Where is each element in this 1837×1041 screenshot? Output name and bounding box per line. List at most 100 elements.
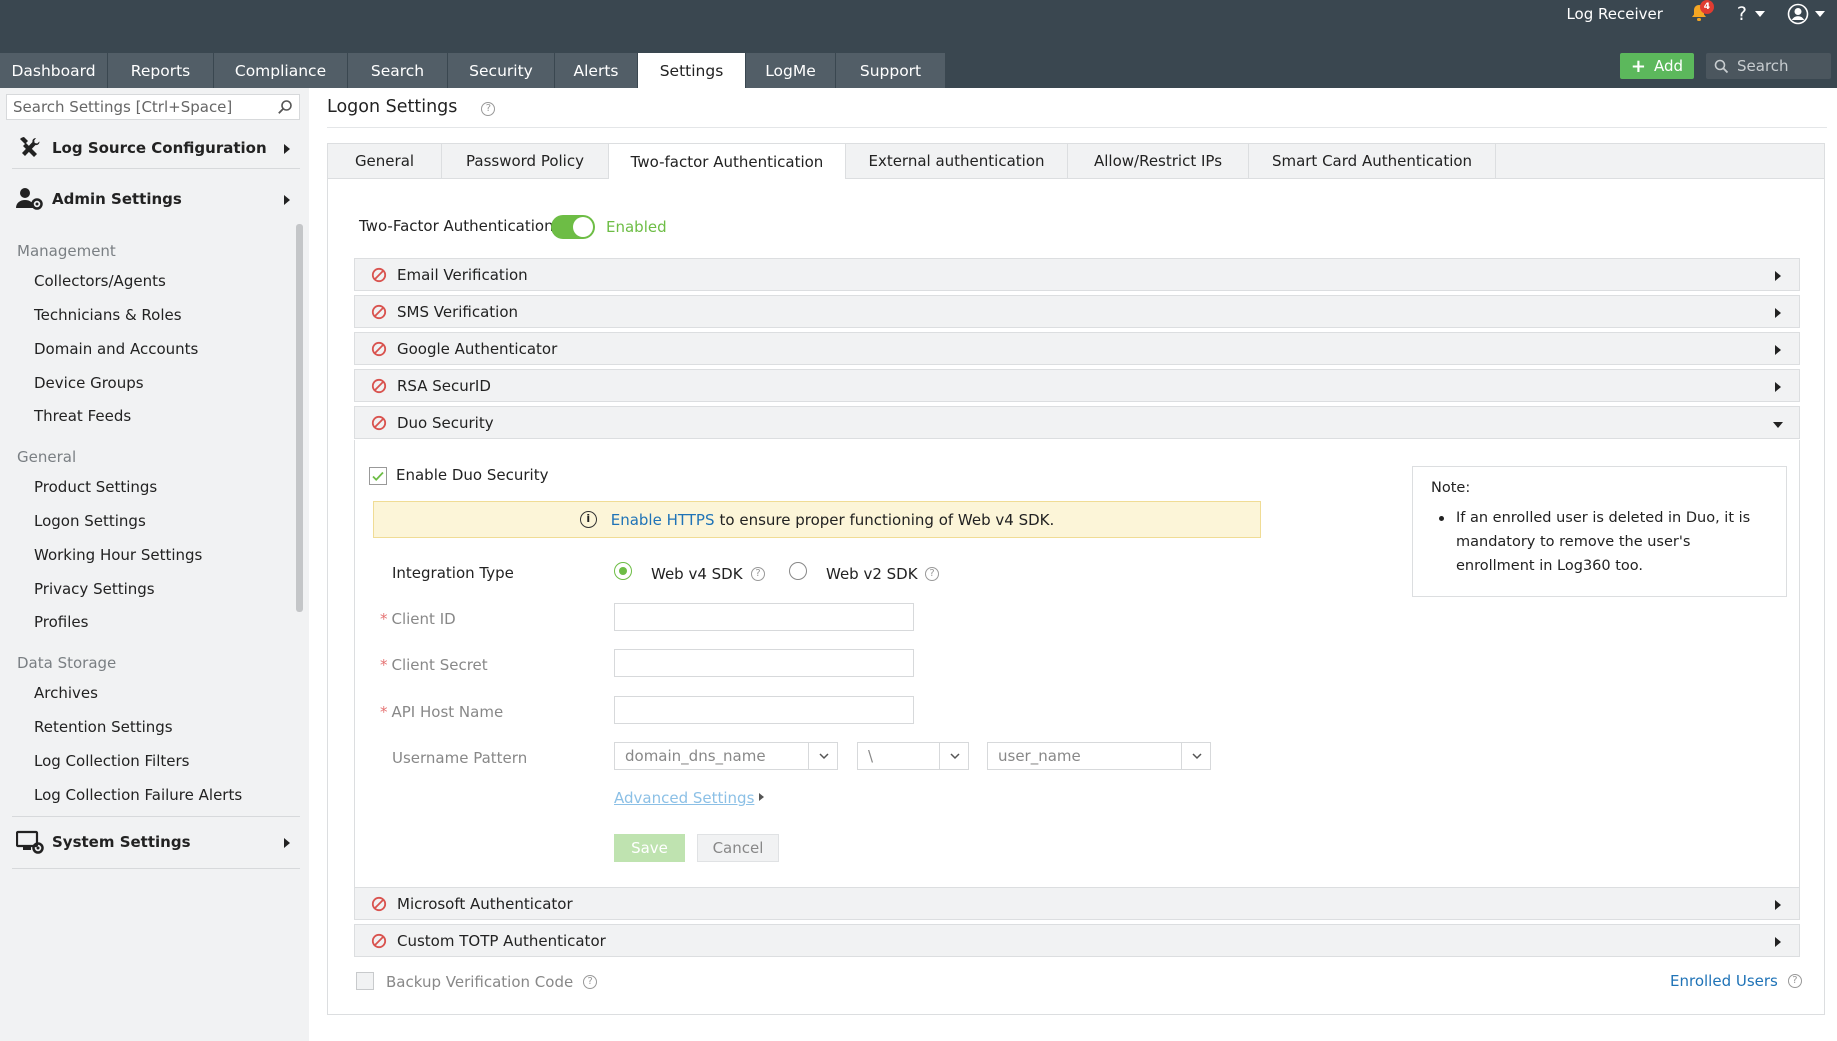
tab-dashboard[interactable]: Dashboard (0, 53, 108, 88)
tab-alerts[interactable]: Alerts (555, 53, 638, 88)
tab-smart-card-authentication[interactable]: Smart Card Authentication (1249, 144, 1496, 178)
note-box: Note: If an enrolled user is deleted in … (1412, 466, 1787, 597)
api-host-input[interactable] (614, 696, 914, 724)
tab-security[interactable]: Security (448, 53, 555, 88)
radio-web-v4-sdk[interactable] (614, 562, 632, 580)
sidebar-item-log-collection-failure-alerts[interactable]: Log Collection Failure Alerts (34, 786, 242, 804)
sidebar-divider (12, 868, 300, 869)
https-notice: i Enable HTTPS to ensure proper function… (373, 501, 1261, 538)
info-icon: i (579, 511, 597, 528)
tab-password-policy[interactable]: Password Policy (442, 144, 609, 178)
sidebar-item-profiles[interactable]: Profiles (34, 613, 88, 631)
method-label: Duo Security (397, 413, 494, 432)
tab-logme[interactable]: LogMe (746, 53, 836, 88)
radio-label-web-v4: Web v4 SDK (651, 565, 743, 583)
disabled-icon (371, 304, 387, 319)
tab-support[interactable]: Support (836, 53, 946, 88)
sidebar-item-privacy-settings[interactable]: Privacy Settings (34, 580, 155, 598)
method-email-verification[interactable]: Email Verification (354, 258, 1800, 291)
help-icon[interactable]: ? (1737, 3, 1747, 25)
client-secret-label: * Client Secret (380, 656, 488, 674)
settings-search-input[interactable]: Search Settings [Ctrl+Space] (6, 94, 300, 120)
backup-code-label: Backup Verification Code (386, 973, 574, 991)
sidebar-scrollbar[interactable] (296, 224, 303, 612)
client-id-input[interactable] (614, 603, 914, 631)
add-button[interactable]: + Add (1620, 53, 1694, 79)
tab-allow-restrict-ips[interactable]: Allow/Restrict IPs (1068, 144, 1249, 178)
backup-code-checkbox[interactable] (356, 972, 374, 990)
sidebar-item-admin-settings[interactable]: Admin Settings (16, 181, 296, 217)
sidebar-item-collectors-agents[interactable]: Collectors/Agents (34, 272, 166, 290)
chevron-down-icon[interactable] (1815, 11, 1825, 17)
sidebar-item-threat-feeds[interactable]: Threat Feeds (34, 407, 131, 425)
chevron-down-icon (950, 753, 960, 760)
sidebar-item-log-source-configuration[interactable]: Log Source Configuration (16, 130, 296, 166)
help-icon[interactable]: ? (1787, 974, 1802, 988)
radio-web-v2-sdk[interactable] (789, 562, 807, 580)
tab-settings[interactable]: Settings (638, 53, 746, 88)
pattern-separator-select[interactable]: \ (857, 742, 969, 770)
enable-duo-checkbox[interactable] (369, 467, 387, 485)
sidebar-item-logon-settings[interactable]: Logon Settings (34, 512, 146, 530)
enrolled-users-link[interactable]: Enrolled Users (1670, 972, 1778, 990)
method-label: Custom TOTP Authenticator (397, 931, 606, 950)
tab-external-authentication[interactable]: External authentication (846, 144, 1068, 178)
sidebar-item-archives[interactable]: Archives (34, 684, 98, 702)
help-icon[interactable]: ? (925, 567, 939, 581)
bell-icon[interactable]: 4 (1689, 0, 1714, 25)
chevron-right-icon[interactable] (759, 793, 764, 801)
log-receiver-link[interactable]: Log Receiver (1566, 5, 1662, 23)
sidebar-item-working-hour-settings[interactable]: Working Hour Settings (34, 546, 202, 564)
api-host-label: * API Host Name (380, 703, 504, 721)
search-icon (278, 100, 292, 114)
tfa-toggle-label: Two-Factor Authentication (359, 217, 554, 235)
backup-code-label-row: Backup Verification Code ? (386, 973, 598, 991)
user-gear-icon (16, 188, 43, 210)
tab-compliance[interactable]: Compliance (214, 53, 348, 88)
user-avatar-icon[interactable] (1787, 3, 1809, 25)
tab-general[interactable]: General (328, 144, 442, 178)
sidebar-item-retention-settings[interactable]: Retention Settings (34, 718, 173, 736)
tab-search[interactable]: Search (348, 53, 448, 88)
method-sms-verification[interactable]: SMS Verification (354, 295, 1800, 328)
method-rsa-securid[interactable]: RSA SecurID (354, 369, 1800, 402)
advanced-settings-link[interactable]: Advanced Settings (614, 789, 754, 807)
client-id-label: * Client ID (380, 610, 456, 628)
header-utilities: Log Receiver 4 ? (1566, 0, 1837, 28)
help-icon[interactable]: ? (583, 975, 598, 989)
global-search-input[interactable]: Search (1706, 53, 1831, 79)
method-duo-security[interactable]: Duo Security (354, 406, 1800, 439)
method-label: SMS Verification (397, 302, 519, 321)
sidebar-item-label: Admin Settings (52, 190, 182, 208)
chevron-right-icon (1775, 382, 1781, 392)
enable-https-link[interactable]: Enable HTTPS (611, 511, 715, 529)
cancel-button[interactable]: Cancel (697, 834, 779, 862)
sidebar-item-product-settings[interactable]: Product Settings (34, 478, 157, 496)
tab-two-factor-authentication[interactable]: Two-factor Authentication (609, 144, 846, 179)
sidebar-item-system-settings[interactable]: System Settings (16, 824, 296, 860)
method-microsoft-authenticator[interactable]: Microsoft Authenticator (354, 887, 1800, 920)
sidebar-item-technicians-roles[interactable]: Technicians & Roles (34, 306, 182, 324)
sidebar-item-log-collection-filters[interactable]: Log Collection Filters (34, 752, 190, 770)
tfa-status: Enabled (606, 218, 667, 236)
method-custom-totp-authenticator[interactable]: Custom TOTP Authenticator (354, 924, 1800, 957)
pattern-domain-select[interactable]: domain_dns_name (614, 742, 838, 770)
help-icon[interactable]: ? (751, 567, 765, 581)
disabled-icon (371, 341, 387, 356)
checkmark-icon (372, 471, 384, 481)
client-secret-input[interactable] (614, 649, 914, 677)
disabled-icon (371, 933, 387, 948)
disabled-icon (371, 415, 387, 430)
method-google-authenticator[interactable]: Google Authenticator (354, 332, 1800, 365)
sidebar-item-domain-accounts[interactable]: Domain and Accounts (34, 340, 198, 358)
tab-reports[interactable]: Reports (108, 53, 214, 88)
pattern-user-select[interactable]: user_name (987, 742, 1211, 770)
sidebar-item-device-groups[interactable]: Device Groups (34, 374, 144, 392)
method-label: Email Verification (397, 265, 528, 284)
save-button[interactable]: Save (614, 834, 685, 862)
chevron-down-icon[interactable] (1755, 11, 1765, 17)
help-icon[interactable]: ? (481, 102, 496, 116)
method-label: RSA SecurID (397, 376, 491, 395)
settings-sidebar: Search Settings [Ctrl+Space] Log Source … (0, 88, 309, 1041)
tfa-toggle[interactable] (551, 215, 595, 239)
